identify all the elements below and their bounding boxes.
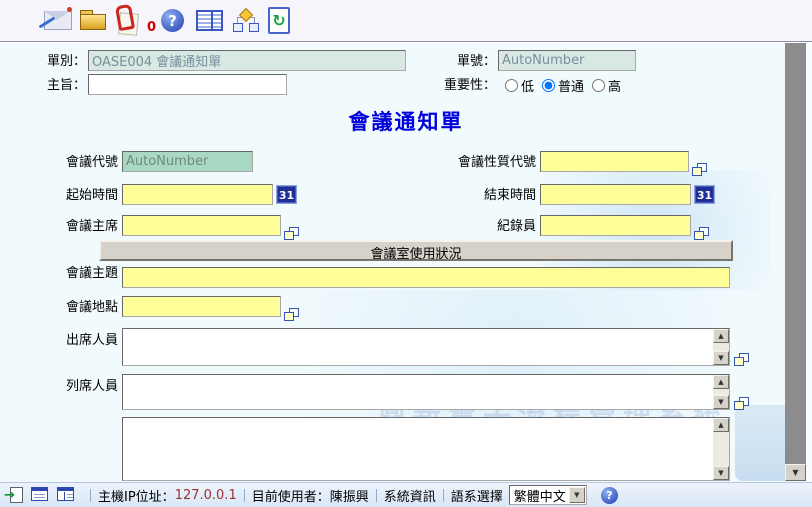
statusbar: → 主機IP位址： 127.0.0.1 目前使用者： 陳振興 系統資訊 語系選擇… [0, 482, 812, 507]
meeting-code-input [122, 151, 253, 172]
observers-lookup-icon[interactable] [734, 397, 749, 410]
page-scrollbar[interactable] [785, 43, 806, 464]
recorder-lookup-icon[interactable] [694, 227, 709, 240]
recorder-label: 紀錄員 [430, 217, 536, 237]
observers-box [122, 374, 730, 410]
topic-label: 會議主題 [30, 264, 118, 284]
language-select-label: 語系選擇 [451, 486, 503, 505]
radio-low-label: 低 [521, 76, 534, 95]
doc-no-input [498, 50, 636, 71]
meeting-nature-input[interactable] [540, 151, 689, 172]
separator [244, 489, 245, 502]
meeting-code-label: 會議代號 [30, 153, 118, 173]
meeting-notice-window: 鼎新電子流程管理系統 0 ? 單別： 單號： 主旨： [0, 0, 812, 507]
observers-textarea[interactable] [123, 375, 712, 409]
start-time-calendar-icon[interactable]: 31 [276, 185, 297, 204]
statusbar-help-icon[interactable]: ? [601, 487, 618, 504]
host-ip-value: 127.0.0.1 [175, 488, 237, 503]
end-time-input[interactable] [540, 184, 691, 205]
room-status-button[interactable]: 會議室使用狀況 [99, 240, 733, 261]
start-time-label: 起始時間 [30, 186, 118, 206]
doc-type-label: 單別： [18, 52, 86, 72]
content-box [122, 417, 730, 481]
chairman-lookup-icon[interactable] [284, 227, 299, 240]
language-value: 繁體中文 [510, 486, 569, 505]
location-lookup-icon[interactable] [284, 308, 299, 321]
location-input[interactable] [122, 296, 281, 317]
data-grid-icon[interactable] [196, 10, 223, 31]
scroll-up-button[interactable] [713, 375, 729, 389]
attendees-textarea[interactable] [123, 329, 712, 365]
attachment-count: 0 [147, 20, 156, 35]
importance-option-normal[interactable]: 普通 [542, 76, 584, 95]
export-icon[interactable]: → [5, 487, 23, 503]
attendees-lookup-icon[interactable] [734, 353, 749, 366]
end-time-label: 結束時間 [430, 186, 536, 206]
meeting-nature-lookup-icon[interactable] [692, 163, 707, 176]
page-title: 會議通知單 [0, 106, 812, 136]
topic-input[interactable] [122, 267, 730, 288]
right-edge [806, 43, 812, 481]
attendees-label: 出席人員 [30, 331, 118, 351]
language-select[interactable]: 繁體中文 [509, 485, 587, 505]
host-ip-label: 主機IP位址： [98, 486, 175, 505]
radio-low[interactable] [505, 79, 518, 92]
current-user-value: 陳振興 [330, 486, 369, 505]
importance-option-low[interactable]: 低 [505, 76, 534, 95]
scroll-down-button[interactable] [713, 466, 729, 480]
importance-option-high[interactable]: 高 [592, 76, 621, 95]
location-label: 會議地點 [30, 298, 118, 318]
scroll-up-button[interactable] [713, 329, 729, 343]
page-scroll-down-button[interactable] [785, 464, 806, 481]
subject-label: 主旨： [18, 76, 86, 96]
current-user-label: 目前使用者： [252, 486, 330, 505]
end-time-calendar-icon[interactable]: 31 [694, 185, 715, 204]
refresh-icon[interactable] [268, 7, 290, 34]
chairman-label: 會議主席 [30, 217, 118, 237]
flowchart-icon[interactable] [232, 9, 258, 33]
content-textarea[interactable] [123, 418, 712, 480]
chairman-input[interactable] [122, 215, 281, 236]
scroll-down-button[interactable] [713, 351, 729, 365]
scroll-up-button[interactable] [713, 418, 729, 432]
form-view-icon[interactable] [31, 487, 49, 503]
separator [376, 489, 377, 502]
attendees-box [122, 328, 730, 366]
start-time-input[interactable] [122, 184, 273, 205]
subject-input[interactable] [88, 74, 287, 95]
column-view-icon[interactable] [57, 487, 75, 503]
radio-high[interactable] [592, 79, 605, 92]
doc-no-label: 單號： [428, 52, 496, 72]
send-mail-icon[interactable] [40, 7, 72, 33]
radio-normal-label: 普通 [558, 76, 584, 95]
system-info-link[interactable]: 系統資訊 [384, 486, 436, 505]
open-folder-icon[interactable] [80, 10, 106, 30]
attachment-icon[interactable] [111, 5, 145, 36]
dropdown-arrow-icon[interactable] [569, 487, 585, 503]
separator [443, 489, 444, 502]
separator [90, 489, 91, 502]
recorder-input[interactable] [540, 215, 691, 236]
importance-radio-group: 低 普通 高 [505, 75, 629, 95]
radio-normal[interactable] [542, 79, 555, 92]
help-icon[interactable]: ? [161, 9, 184, 32]
importance-label: 重要性： [415, 76, 496, 96]
meeting-nature-label: 會議性質代號 [430, 153, 536, 173]
doc-type-input [88, 50, 406, 71]
radio-high-label: 高 [608, 76, 621, 95]
observers-label: 列席人員 [30, 377, 118, 397]
scroll-down-button[interactable] [713, 395, 729, 409]
toolbar: 0 ? [0, 0, 812, 42]
